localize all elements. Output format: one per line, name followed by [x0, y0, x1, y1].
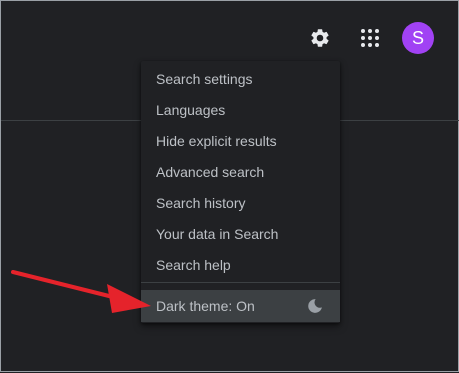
avatar-letter: S	[411, 27, 424, 48]
settings-menu: Search settings Languages Hide explicit …	[141, 61, 340, 323]
apps-grid-icon	[361, 29, 379, 47]
menu-item-search-settings[interactable]: Search settings	[141, 63, 340, 94]
moon-icon	[308, 299, 322, 313]
header-divider	[339, 120, 459, 121]
apps-button[interactable]	[357, 25, 383, 51]
dark-theme-toggle[interactable]: Dark theme: On	[141, 290, 340, 322]
menu-divider	[141, 282, 340, 283]
gear-icon	[311, 29, 329, 47]
menu-item-advanced-search[interactable]: Advanced search	[141, 156, 340, 187]
menu-item-search-history[interactable]: Search history	[141, 187, 340, 218]
dark-theme-label: Dark theme: On	[156, 298, 255, 314]
menu-item-hide-explicit-results[interactable]: Hide explicit results	[141, 125, 340, 156]
avatar[interactable]: S	[402, 22, 434, 54]
screenshot-frame: S Search settings Languages Hide explici…	[0, 0, 459, 372]
header-divider	[1, 120, 141, 121]
menu-item-your-data-in-search[interactable]: Your data in Search	[141, 218, 340, 249]
menu-item-search-help[interactable]: Search help	[141, 249, 340, 280]
settings-button[interactable]	[307, 25, 333, 51]
menu-item-languages[interactable]: Languages	[141, 94, 340, 125]
